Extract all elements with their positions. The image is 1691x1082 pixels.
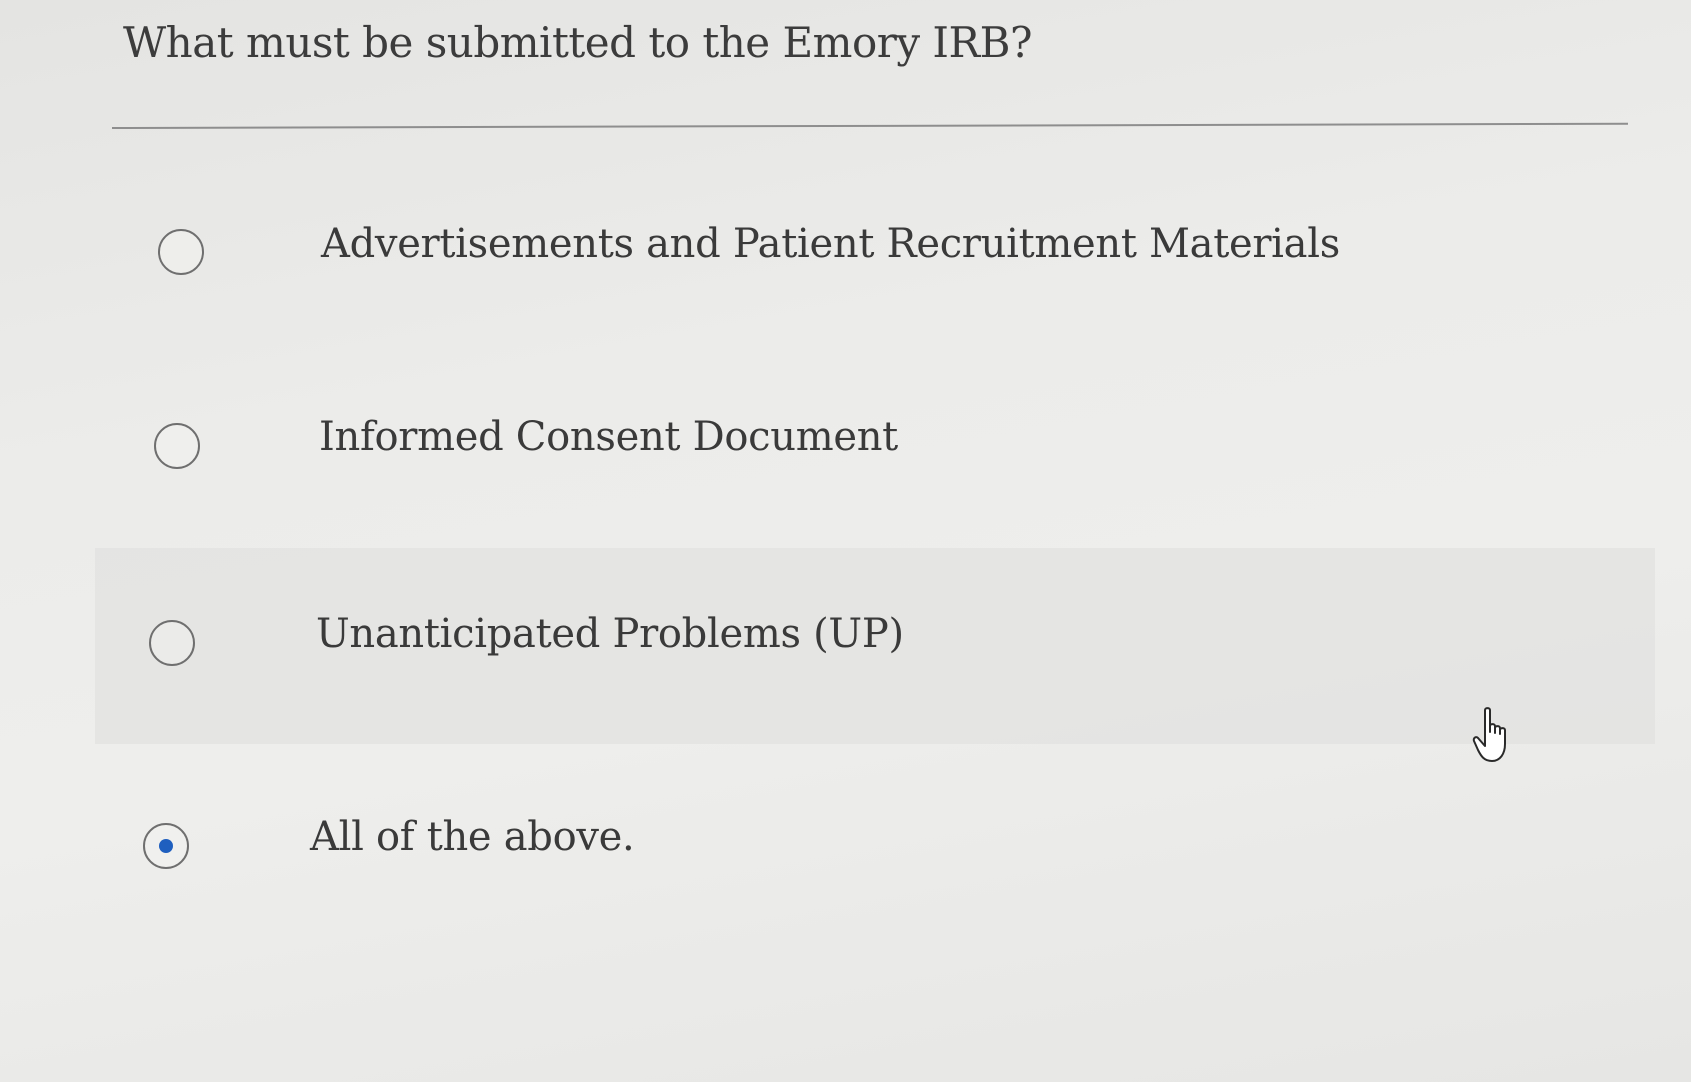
option-label: Advertisements and Patient Recruitment M… <box>321 221 1340 267</box>
option-label: Informed Consent Document <box>319 414 898 460</box>
radio-selected-dot <box>159 839 173 853</box>
option-label: All of the above. <box>310 814 635 860</box>
radio-advertisements[interactable] <box>158 229 204 275</box>
radio-unanticipated-problems[interactable] <box>149 620 195 666</box>
question-text: What must be submitted to the Emory IRB? <box>123 18 1033 67</box>
question-divider <box>111 122 1628 129</box>
option-label: Unanticipated Problems (UP) <box>316 611 904 657</box>
radio-informed-consent[interactable] <box>154 423 200 469</box>
option-informed-consent[interactable]: Informed Consent Document <box>95 350 1655 546</box>
option-all-of-the-above[interactable]: All of the above. <box>95 750 1655 946</box>
hand-pointer-icon <box>1472 707 1506 762</box>
option-advertisements[interactable]: Advertisements and Patient Recruitment M… <box>95 155 1655 351</box>
option-unanticipated-problems[interactable]: Unanticipated Problems (UP) <box>95 548 1655 744</box>
radio-all-of-the-above[interactable] <box>143 823 189 869</box>
